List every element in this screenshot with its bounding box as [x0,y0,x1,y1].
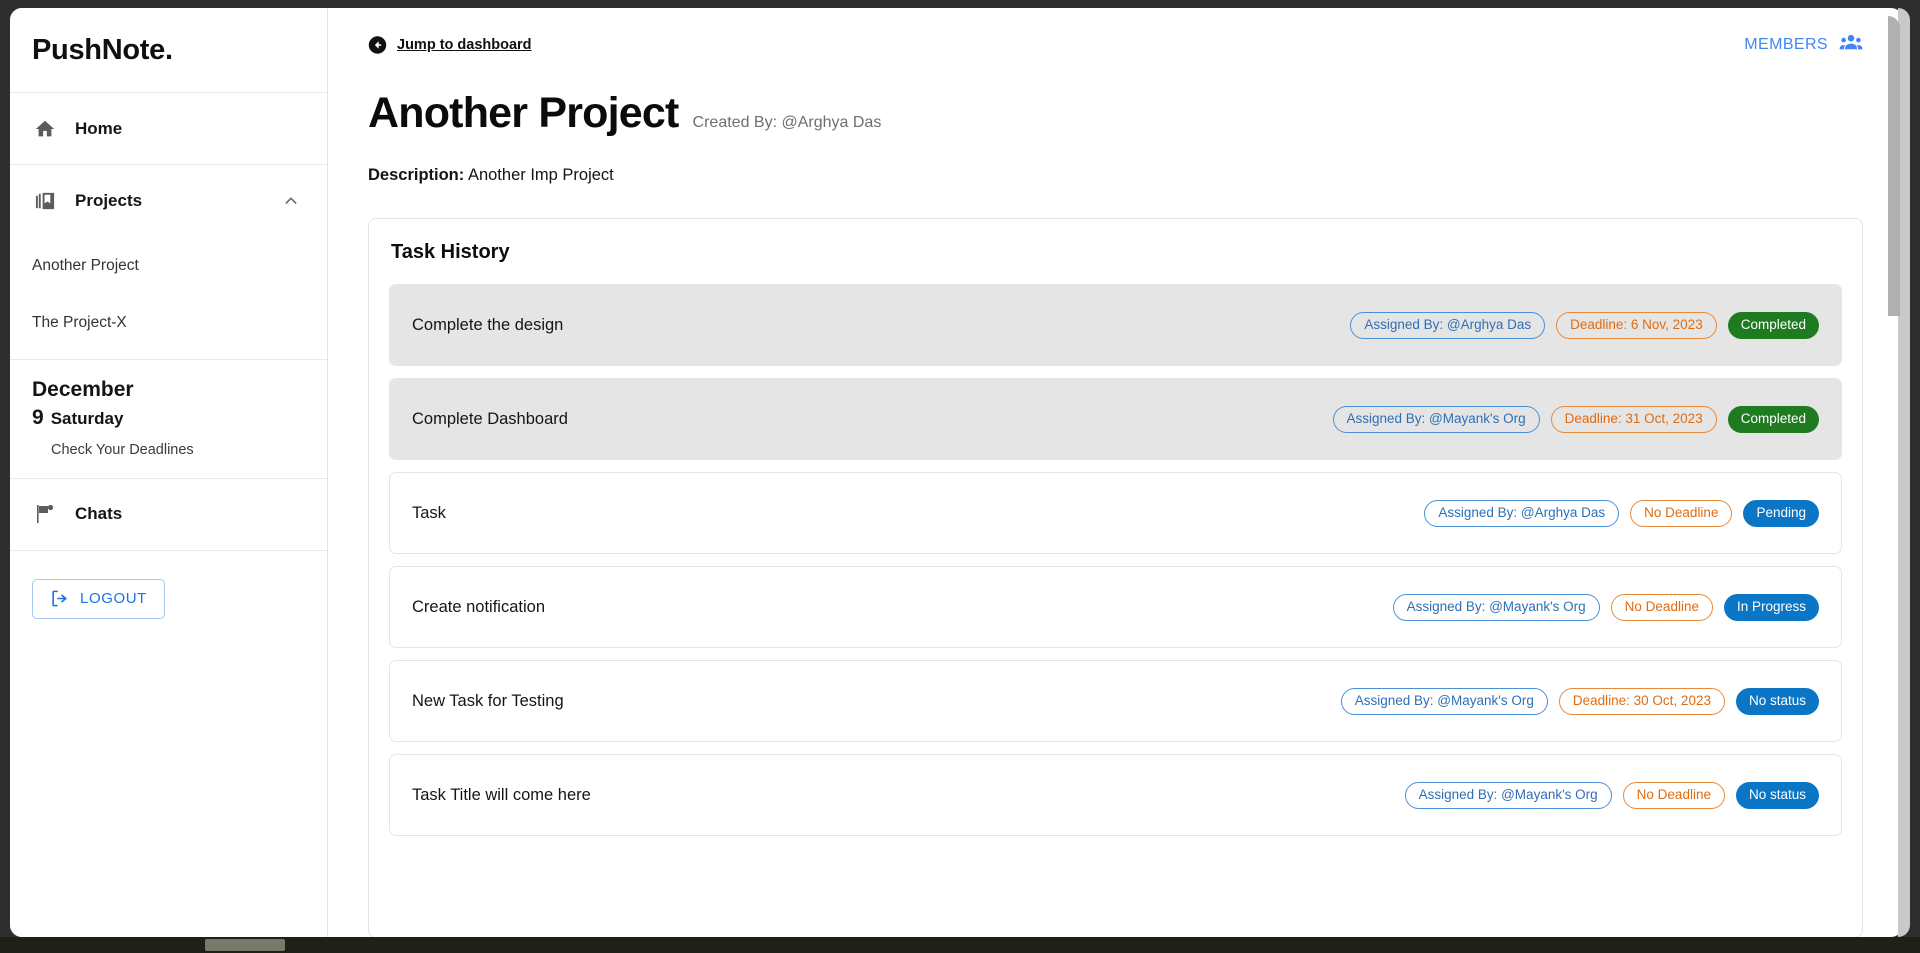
sidebar-item-projects[interactable]: Projects [10,165,327,237]
task-badges: Assigned By: @Mayank's Org Deadline: 30 O… [1340,687,1819,715]
deadline-badge: Deadline: 30 Oct, 2023 [1558,687,1725,715]
status-badge[interactable]: Completed [1727,405,1819,433]
date-day-number: 9 [32,406,44,430]
members-label: MEMBERS [1744,35,1828,53]
assigned-by-badge: Assigned By: @Mayank's Org [1340,687,1548,715]
sidebar: PushNote. Home Projects Another Project … [10,8,328,937]
arrow-back-circle-icon [368,35,387,54]
date-month: December [32,378,134,401]
status-badge[interactable]: No status [1735,781,1819,809]
sidebar-item-projects-label: Projects [75,191,143,210]
vertical-scrollbar-track[interactable] [1888,8,1910,937]
main-content: Jump to dashboard MEMBERS Another Projec… [328,8,1903,937]
date-day-name: Saturday [50,409,124,429]
description-value: Another Imp Project [467,166,614,184]
task-badges: Assigned By: @Arghya Das No Deadline Pendi… [1424,499,1819,527]
jump-to-dashboard-label: Jump to dashboard [397,36,532,53]
sidebar-project-label: The Project-X [32,313,127,331]
page-title: Another Project [368,89,679,137]
vertical-scrollbar-thumb[interactable] [1888,16,1900,316]
logout-container: LOGOUT [10,551,327,647]
sidebar-project-item[interactable]: Another Project [10,237,327,294]
sidebar-item-chats[interactable]: Chats [10,479,327,551]
task-row[interactable]: New Task for Testing Assigned By: @Mayank… [389,660,1842,742]
chat-flag-icon [32,501,58,527]
task-badges: Assigned By: @Mayank's Org Deadline: 31 O… [1332,405,1819,433]
sidebar-project-item[interactable]: The Project-X [10,294,327,351]
logout-icon [50,589,69,608]
members-link[interactable]: MEMBERS [1744,30,1863,59]
description-row: Description: Another Imp Project [368,166,1863,185]
task-title: Create notification [412,597,545,616]
task-row[interactable]: Task Assigned By: @Arghya Das No Deadline P… [389,472,1842,554]
jump-to-dashboard-link[interactable]: Jump to dashboard [368,35,532,54]
sidebar-projects-group: Projects Another Project The Project-X [10,165,327,360]
sidebar-project-label: Another Project [32,256,139,274]
date-day-row: 9 Saturday [32,404,305,432]
logout-label: LOGOUT [80,590,147,608]
task-list: Complete the design Assigned By: @Arghya … [389,284,1842,836]
task-history-card: Task History Complete the design Assigned… [368,218,1863,937]
browser-frame: PushNote. Home Projects Another Project … [0,0,1920,953]
assigned-by-badge: Assigned By: @Mayank's Org [1404,781,1612,809]
status-badge[interactable]: Pending [1743,499,1819,527]
assigned-by-badge: Assigned By: @Mayank's Org [1392,593,1600,621]
task-badges: Assigned By: @Mayank's Org No Deadline No … [1404,781,1819,809]
brand-header: PushNote. [10,8,327,93]
sidebar-date-block: December 9 Saturday Check Your Deadlines [10,360,327,479]
app-page: PushNote. Home Projects Another Project … [10,8,1903,937]
task-title: New Task for Testing [412,691,564,710]
page-title-row: Another Project Created By: @Arghya Das [368,89,1863,138]
task-row[interactable]: Create notification Assigned By: @Mayank'… [389,566,1842,648]
date-note: Check Your Deadlines [51,441,194,458]
task-history-title: Task History [391,241,510,263]
logout-button[interactable]: LOGOUT [32,578,165,619]
home-icon [32,116,58,142]
library-books-icon [32,188,58,214]
deadline-badge: No Deadline [1630,499,1733,527]
task-row[interactable]: Task Title will come here Assigned By: @M… [389,754,1842,836]
task-title: Complete the design [412,315,564,334]
task-row[interactable]: Complete Dashboard Assigned By: @Mayank's… [389,378,1842,460]
status-badge[interactable]: In Progress [1723,593,1819,621]
sidebar-item-home-label: Home [75,118,123,138]
sidebar-item-chats-label: Chats [75,504,123,524]
description-label: Description: [368,166,465,184]
assigned-by-badge: Assigned By: @Arghya Das [1350,311,1546,339]
deadline-badge: Deadline: 6 Nov, 2023 [1556,311,1717,339]
sidebar-item-home[interactable]: Home [10,93,327,165]
status-badge[interactable]: No status [1735,687,1819,715]
assigned-by-badge: Assigned By: @Arghya Das [1424,499,1620,527]
brand-name: PushNote. [32,33,173,66]
task-title: Task [412,503,446,522]
assigned-by-badge: Assigned By: @Mayank's Org [1332,405,1540,433]
horizontal-scrollbar-thumb[interactable] [205,939,285,951]
task-title: Task Title will come here [412,785,591,804]
task-title: Complete Dashboard [412,409,568,428]
deadline-badge: Deadline: 31 Oct, 2023 [1550,405,1717,433]
status-badge[interactable]: Completed [1727,311,1819,339]
task-badges: Assigned By: @Mayank's Org No Deadline In … [1392,593,1819,621]
created-by-label: Created By: @Arghya Das [692,114,882,131]
task-badges: Assigned By: @Arghya Das Deadline: 6 Nov,… [1350,311,1819,339]
horizontal-scrollbar-track[interactable] [0,937,1920,953]
top-bar: Jump to dashboard MEMBERS [368,8,1863,59]
chevron-up-icon[interactable] [283,193,299,209]
people-group-icon [1839,30,1863,59]
task-row[interactable]: Complete the design Assigned By: @Arghya … [389,284,1842,366]
deadline-badge: No Deadline [1622,781,1725,809]
deadline-badge: No Deadline [1610,593,1713,621]
